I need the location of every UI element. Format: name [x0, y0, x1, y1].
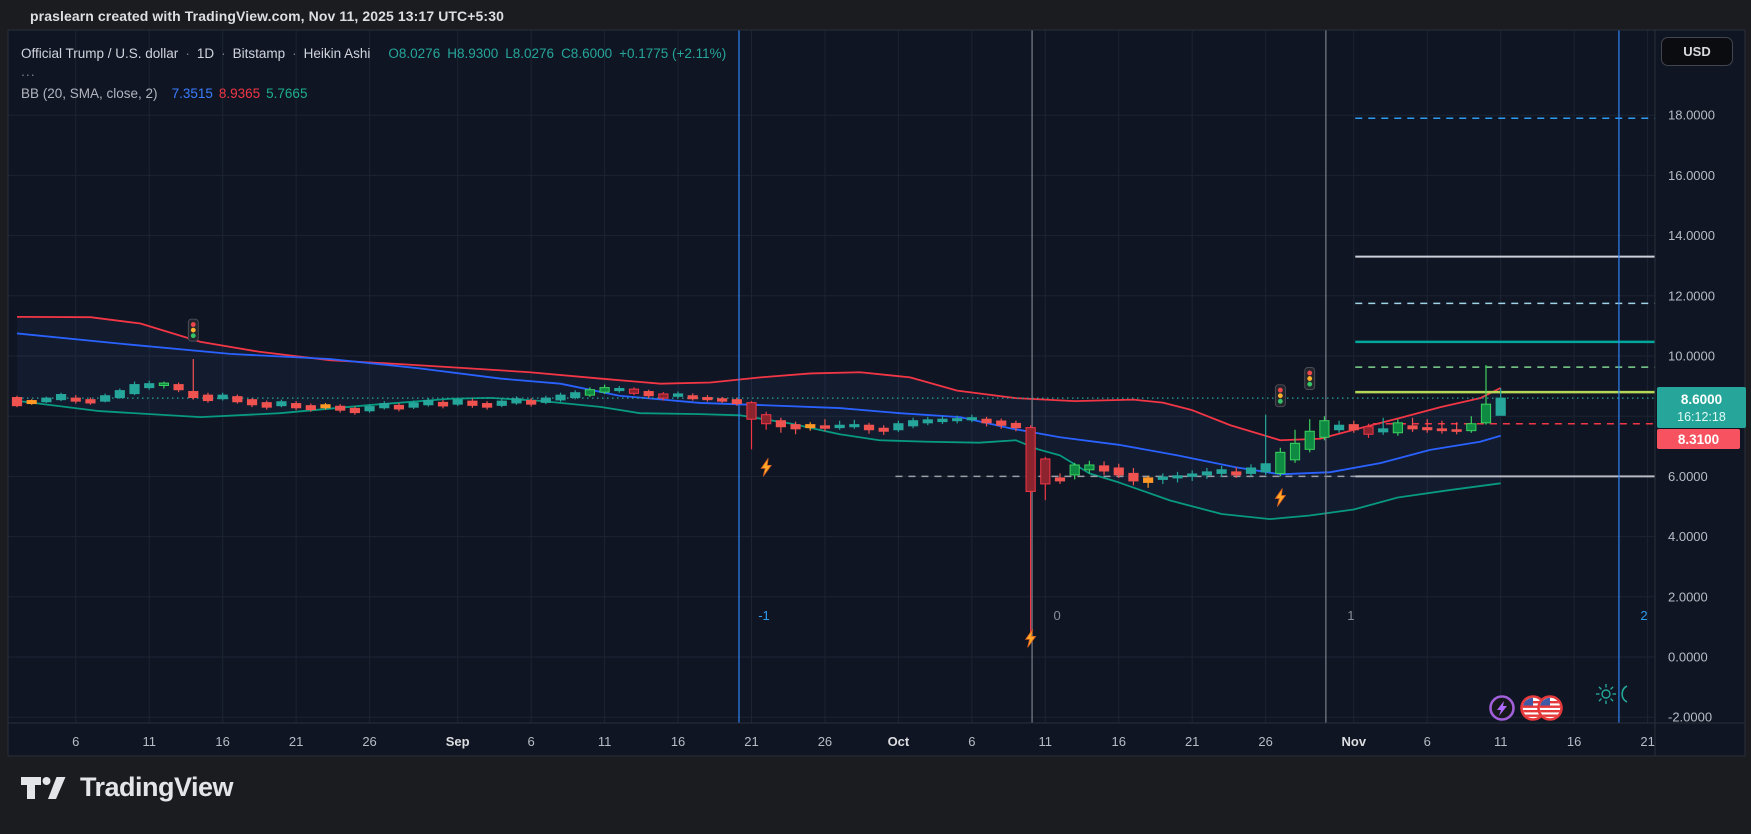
svg-text:11: 11: [142, 734, 156, 749]
svg-text:26: 26: [362, 734, 376, 749]
svg-text:21: 21: [744, 734, 758, 749]
symbol-name[interactable]: Official Trump / U.S. dollar: [21, 46, 178, 61]
collapsed-indicator-row[interactable]: ...: [21, 66, 36, 82]
alert-price-value: 8.3100: [1678, 432, 1719, 447]
bb-lower-value: 5.7665: [266, 86, 307, 101]
currency-toggle-button[interactable]: USD: [1661, 37, 1733, 66]
tradingview-logo[interactable]: TradingView: [20, 772, 233, 803]
svg-text:6: 6: [528, 734, 535, 749]
svg-text:-1: -1: [758, 608, 770, 623]
interval-label[interactable]: 1D: [197, 46, 214, 61]
svg-text:16: 16: [1112, 734, 1126, 749]
svg-text:6: 6: [72, 734, 79, 749]
svg-text:26: 26: [1258, 734, 1272, 749]
svg-text:0.0000: 0.0000: [1668, 650, 1708, 665]
tradingview-logo-icon: [20, 773, 70, 803]
svg-text:1: 1: [1347, 608, 1354, 623]
indicator-row[interactable]: BB (20, SMA, close, 2) 7.3515 8.9365 5.7…: [21, 84, 727, 102]
svg-text:6.0000: 6.0000: [1668, 469, 1708, 484]
svg-text:Nov: Nov: [1342, 734, 1367, 749]
ohlc-low: L8.0276: [505, 46, 554, 61]
svg-text:16: 16: [215, 734, 229, 749]
bb-basis-value: 7.3515: [172, 86, 213, 101]
exchange-label[interactable]: Bitstamp: [233, 46, 286, 61]
purple-lightning-icon[interactable]: [1491, 697, 1514, 720]
traffic-light-icon: [188, 319, 198, 341]
svg-text:16: 16: [1567, 734, 1581, 749]
tradingview-screenshot: { "header": { "title": "praslearn create…: [0, 0, 1751, 834]
svg-text:6: 6: [968, 734, 975, 749]
alert-price-badge: 8.3100: [1657, 429, 1740, 449]
chart-legend: Official Trump / U.S. dollar · 1D · Bits…: [21, 44, 727, 102]
svg-text:10.0000: 10.0000: [1668, 349, 1715, 364]
svg-text:16.0000: 16.0000: [1668, 168, 1715, 183]
ohlc-high: H8.9300: [447, 46, 498, 61]
traffic-light-icon: [1275, 385, 1285, 407]
svg-text:16: 16: [671, 734, 685, 749]
us-flag-icon[interactable]: [1539, 697, 1562, 720]
svg-text:6: 6: [1424, 734, 1431, 749]
svg-text:2.0000: 2.0000: [1668, 589, 1708, 604]
svg-text:11: 11: [1494, 734, 1508, 749]
svg-text:2: 2: [1640, 608, 1647, 623]
bb-upper-value: 8.9365: [219, 86, 260, 101]
traffic-light-icon: [1305, 368, 1315, 390]
svg-text:0: 0: [1053, 608, 1060, 623]
svg-text:-2.0000: -2.0000: [1668, 710, 1712, 725]
ohlc-open: O8.0276: [388, 46, 440, 61]
svg-text:Oct: Oct: [888, 734, 910, 749]
svg-text:11: 11: [1039, 734, 1053, 749]
svg-text:26: 26: [818, 734, 832, 749]
svg-text:Sep: Sep: [446, 734, 470, 749]
screenshot-header-title: praslearn created with TradingView.com, …: [30, 8, 504, 24]
svg-text:21: 21: [289, 734, 303, 749]
svg-text:21: 21: [1640, 734, 1654, 749]
svg-text:14.0000: 14.0000: [1668, 228, 1715, 243]
tradingview-logo-text: TradingView: [80, 772, 233, 803]
chart-canvas[interactable]: -1 0 1 2 18.0000 16.0000 14.0000 12.0000 10.000…: [0, 0, 1751, 834]
ohlc-close: C8.6000: [561, 46, 612, 61]
bar-countdown: 16:12:18: [1677, 410, 1726, 425]
chart-style-label: Heikin Ashi: [304, 46, 371, 61]
svg-text:4.0000: 4.0000: [1668, 529, 1708, 544]
svg-text:18.0000: 18.0000: [1668, 108, 1715, 123]
svg-text:21: 21: [1185, 734, 1199, 749]
symbol-row[interactable]: Official Trump / U.S. dollar · 1D · Bits…: [21, 44, 727, 62]
svg-text:12.0000: 12.0000: [1668, 288, 1715, 303]
change-value: +0.1775 (+2.11%): [619, 46, 726, 61]
indicator-name[interactable]: BB (20, SMA, close, 2): [21, 86, 158, 101]
current-price-badge: 8.6000 16:12:18: [1657, 387, 1746, 428]
current-price-value: 8.6000: [1681, 390, 1722, 410]
svg-text:11: 11: [598, 734, 612, 749]
